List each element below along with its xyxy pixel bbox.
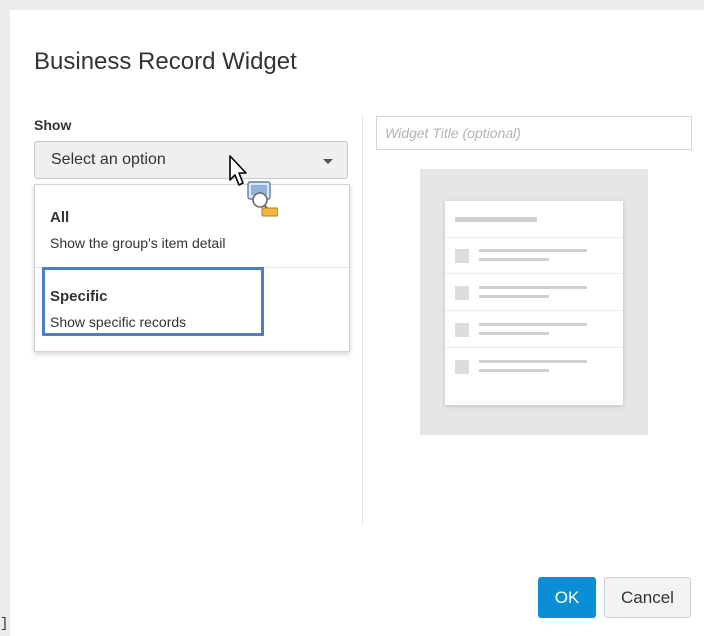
- preview-separator: [445, 310, 623, 311]
- preview-separator: [445, 273, 623, 274]
- preview-line: [479, 323, 587, 326]
- ok-button[interactable]: OK: [538, 577, 596, 618]
- option-title: All: [50, 209, 70, 226]
- preview-checkbox: [455, 360, 469, 374]
- option-all[interactable]: All Show the group's item detail: [35, 185, 349, 268]
- preview-separator: [445, 347, 623, 348]
- edge-character: ]: [0, 616, 9, 632]
- select-value: Select an option: [51, 151, 166, 168]
- dialog-title: Business Record Widget: [34, 48, 297, 75]
- show-dropdown-menu: All Show the group's item detail Specifi…: [34, 184, 350, 352]
- preview-line: [479, 258, 549, 261]
- show-select[interactable]: Select an option: [34, 141, 348, 179]
- chevron-down-icon: [323, 159, 333, 164]
- option-description: Show the group's item detail: [50, 235, 226, 251]
- mouse-pointer-with-drag-icon: [229, 155, 278, 217]
- preview-header-line: [455, 217, 537, 222]
- option-specific[interactable]: Specific Show specific records: [35, 267, 349, 351]
- widget-preview-thumbnail: [420, 169, 648, 435]
- preview-line: [479, 295, 549, 298]
- preview-checkbox: [455, 249, 469, 263]
- preview-separator: [445, 237, 623, 238]
- preview-line: [479, 286, 587, 289]
- preview-checkbox: [455, 286, 469, 300]
- preview-line: [479, 360, 587, 363]
- dialog: Business Record Widget Show Select an op…: [10, 10, 704, 636]
- preview-line: [479, 332, 549, 335]
- show-label: Show: [34, 117, 72, 133]
- preview-line: [479, 369, 549, 372]
- option-title: Specific: [50, 288, 108, 305]
- cancel-button[interactable]: Cancel: [604, 577, 691, 618]
- preview-card: [445, 201, 623, 405]
- widget-title-input[interactable]: [376, 116, 692, 150]
- preview-checkbox: [455, 323, 469, 337]
- option-description: Show specific records: [50, 314, 187, 330]
- column-divider: [362, 114, 363, 526]
- preview-line: [479, 249, 587, 252]
